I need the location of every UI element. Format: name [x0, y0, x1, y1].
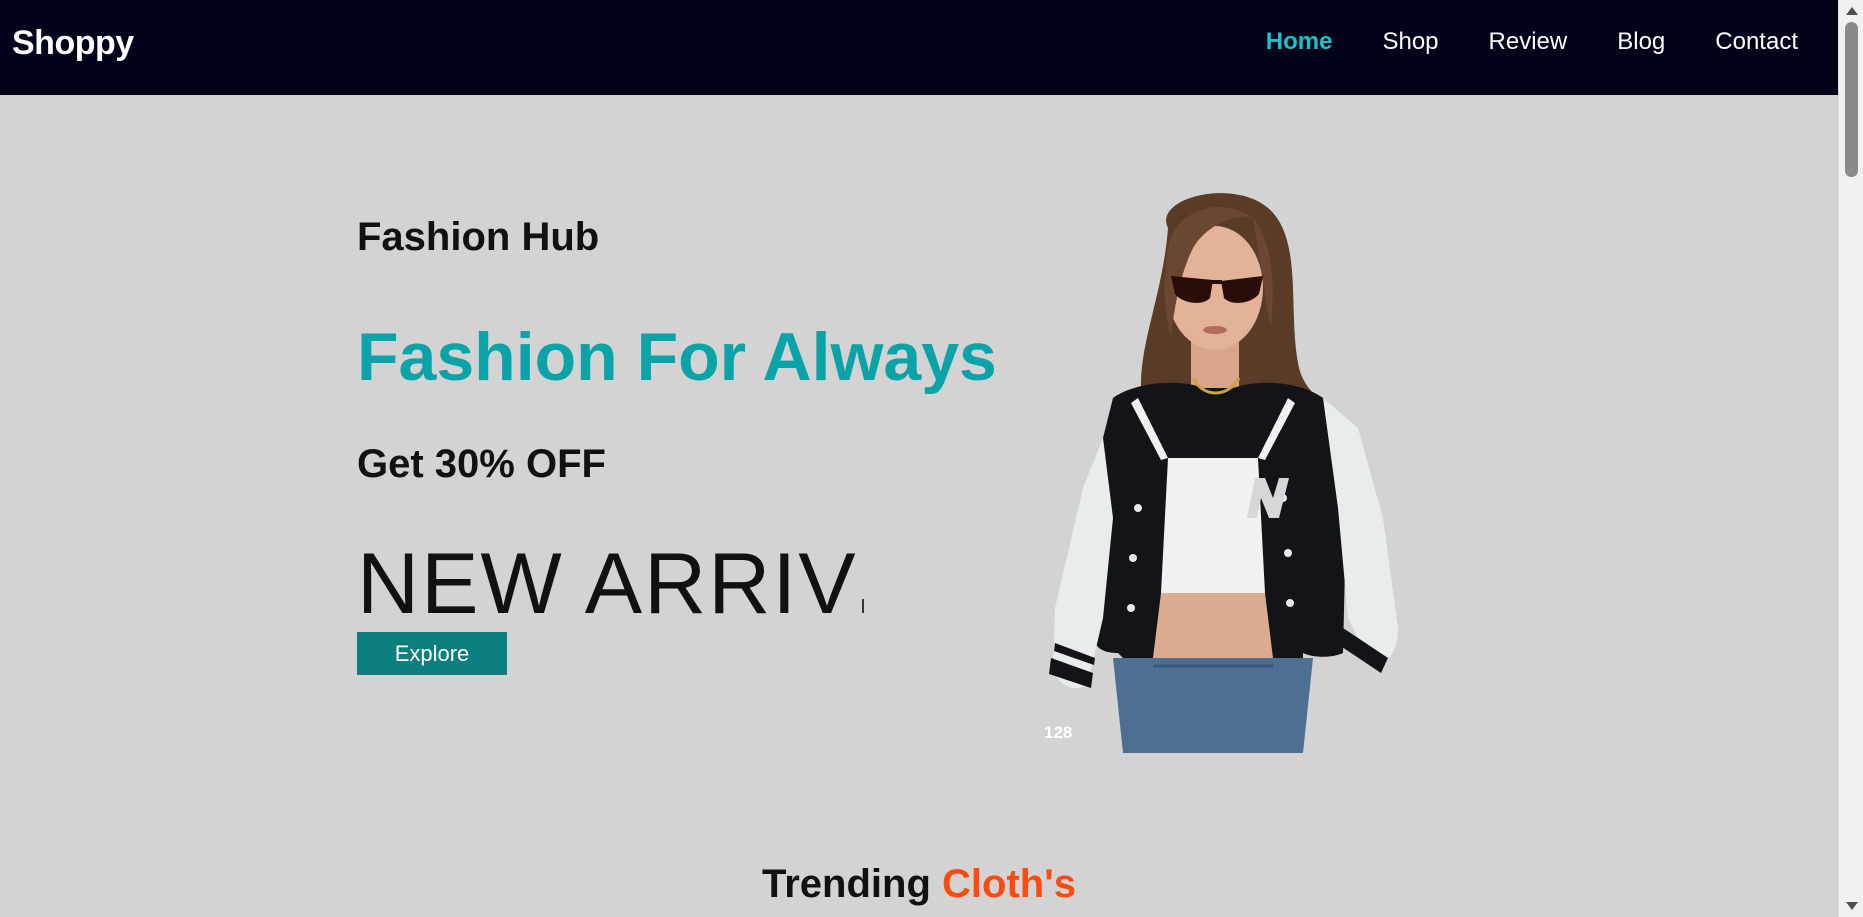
- nav-link-shop[interactable]: Shop: [1382, 28, 1438, 56]
- trending-heading: Trending Cloth's: [0, 862, 1838, 907]
- scrollbar-thumb[interactable]: [1845, 22, 1858, 177]
- hero-typed-text: NEW ARRIV: [357, 535, 864, 634]
- hero-image-badge: 128: [1044, 723, 1073, 742]
- typing-cursor: [861, 599, 864, 613]
- trending-heading-accent: Cloth's: [942, 862, 1076, 906]
- navbar: Shoppy Home Shop Review Blog Contact: [0, 0, 1838, 95]
- hero-model-image: [1049, 193, 1398, 753]
- nav-link-review[interactable]: Review: [1489, 28, 1568, 56]
- nav-link-contact[interactable]: Contact: [1715, 28, 1798, 56]
- typed-text-value: NEW ARRIV: [357, 536, 858, 632]
- chevron-down-icon[interactable]: [1846, 902, 1858, 910]
- hero-kicker: Fashion Hub: [357, 215, 600, 259]
- page-scrollbar[interactable]: [1838, 0, 1863, 917]
- explore-button[interactable]: Explore: [357, 632, 507, 675]
- hero-title: Fashion For Always: [357, 319, 997, 395]
- trending-heading-main: Trending: [762, 862, 943, 906]
- page: Shoppy Home Shop Review Blog Contact Fas…: [0, 0, 1863, 917]
- nav-link-blog[interactable]: Blog: [1617, 28, 1665, 56]
- brand-logo[interactable]: Shoppy: [12, 24, 134, 63]
- chevron-up-icon[interactable]: [1846, 7, 1858, 15]
- hero-offer: Get 30% OFF: [357, 442, 606, 486]
- nav-links: Home Shop Review Blog Contact: [1266, 28, 1798, 56]
- nav-link-home[interactable]: Home: [1266, 28, 1333, 56]
